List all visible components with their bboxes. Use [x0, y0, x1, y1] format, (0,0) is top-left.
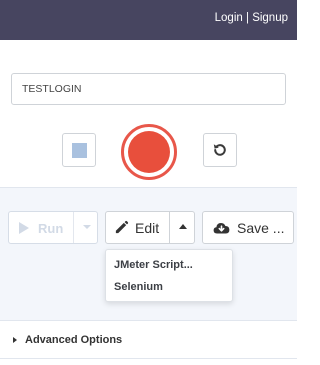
stop-square-icon [72, 143, 87, 158]
record-button[interactable] [121, 124, 177, 180]
run-dropdown-toggle[interactable] [73, 212, 98, 243]
pencil-icon [115, 220, 129, 234]
run-label: Run [38, 221, 64, 236]
reset-button[interactable] [203, 133, 237, 167]
test-name-input[interactable] [11, 73, 286, 105]
advanced-options-toggle[interactable]: Advanced Options [0, 320, 297, 359]
caret-down-icon [83, 225, 91, 229]
edit-label: Edit [135, 220, 160, 236]
edit-button-group: Edit [105, 211, 195, 244]
signup-link[interactable]: Signup [252, 12, 288, 24]
play-icon [19, 222, 29, 234]
edit-dropdown-toggle[interactable] [169, 212, 195, 243]
edit-dropdown-menu: JMeter Script... Selenium [105, 249, 233, 302]
login-link[interactable]: Login [215, 12, 243, 24]
save-button[interactable]: Save ... [202, 211, 294, 244]
edit-button[interactable]: Edit [106, 212, 169, 243]
cloud-download-icon [213, 223, 230, 234]
menu-item-selenium[interactable]: Selenium [114, 281, 163, 293]
save-label: Save ... [237, 220, 285, 236]
caret-up-icon [179, 224, 187, 229]
undo-icon [213, 144, 226, 156]
run-button[interactable]: Run [9, 212, 73, 243]
auth-separator: | [245, 12, 249, 24]
top-bar: Login | Signup [0, 0, 297, 40]
menu-item-jmeter-script[interactable]: JMeter Script... [114, 259, 193, 271]
advanced-options-label: Advanced Options [25, 334, 123, 346]
run-button-group: Run [8, 211, 98, 244]
stop-button[interactable] [62, 133, 96, 167]
record-circle-icon [128, 131, 170, 173]
caret-right-icon [13, 337, 17, 343]
auth-links: Login | Signup [215, 12, 288, 24]
